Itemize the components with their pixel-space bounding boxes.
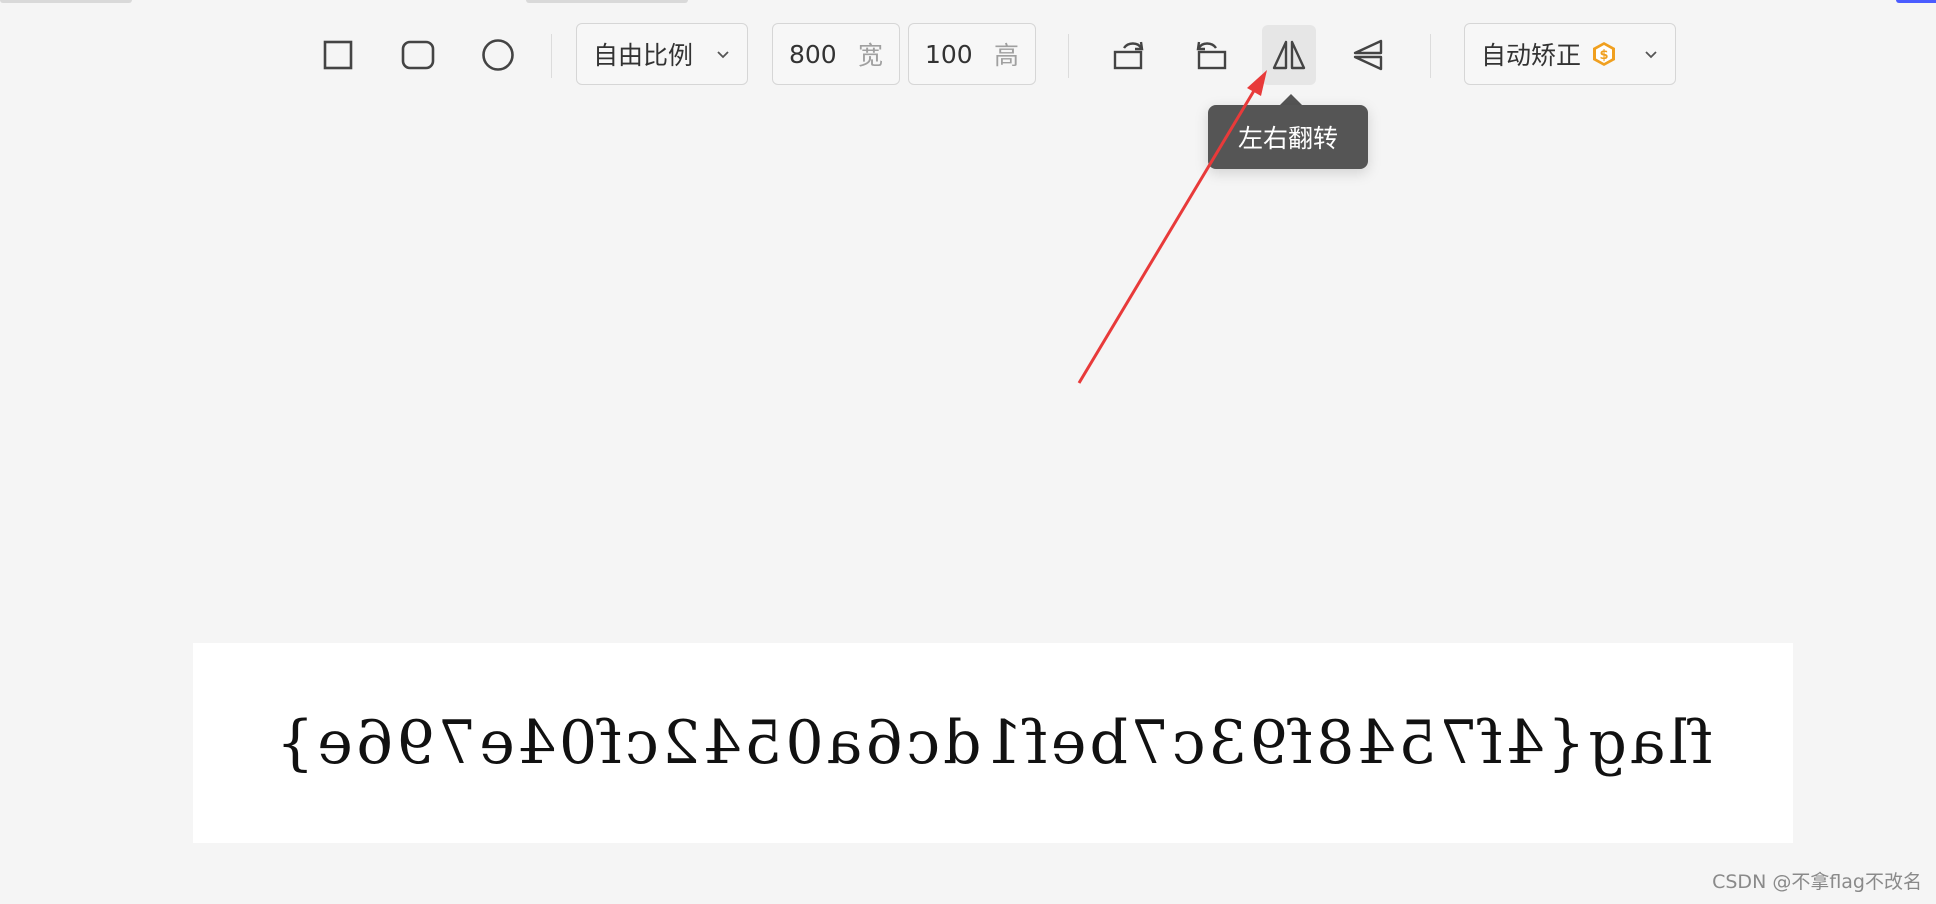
toolbar-divider xyxy=(1430,34,1431,78)
top-accent-bar xyxy=(1896,0,1936,3)
toolbar-divider xyxy=(551,34,552,78)
circle-crop-icon xyxy=(482,39,514,71)
mirrored-flag-text: flag{4f7548f93c7bef1dc6a0542cf04e796e} xyxy=(273,708,1713,778)
flip-vertical-button[interactable] xyxy=(1342,25,1396,85)
height-value: 100 xyxy=(925,39,973,69)
circle-crop-button[interactable] xyxy=(471,25,525,85)
width-value: 800 xyxy=(789,39,837,69)
ratio-select-value: 自由比例 xyxy=(593,41,694,70)
flip-horizontal-tooltip: 左右翻转 xyxy=(1208,105,1368,169)
rotate-right-button[interactable] xyxy=(1183,25,1237,85)
svg-text:$: $ xyxy=(1599,48,1608,63)
image-preview: flag{4f7548f93c7bef1dc6a0542cf04e796e} xyxy=(193,643,1793,843)
height-input[interactable]: 100 高 xyxy=(908,23,1036,85)
watermark: CSDN @不拿flag不改名 xyxy=(1712,871,1922,893)
auto-correct-label: 自动矫正 xyxy=(1481,41,1582,70)
width-unit-label: 宽 xyxy=(857,41,883,70)
rotate-left-icon xyxy=(1113,41,1144,70)
ratio-select[interactable]: 自由比例 xyxy=(576,23,748,85)
premium-coin-icon: $ xyxy=(1591,40,1617,68)
flip-vertical-icon xyxy=(1353,39,1383,71)
tooltip-text: 左右翻转 xyxy=(1237,124,1338,153)
flip-horizontal-button[interactable] xyxy=(1262,25,1316,85)
auto-correct-select[interactable]: 自动矫正 $ xyxy=(1464,23,1676,85)
rounded-square-crop-button[interactable] xyxy=(391,25,445,85)
top-tab-stub-left xyxy=(0,0,132,3)
tooltip-pointer xyxy=(1280,94,1302,105)
rotate-left-button[interactable] xyxy=(1103,25,1157,85)
rotate-right-icon xyxy=(1196,41,1227,70)
height-unit-label: 高 xyxy=(993,41,1019,70)
chevron-down-icon xyxy=(715,46,731,62)
toolbar-divider xyxy=(1068,34,1069,78)
width-input[interactable]: 800 宽 xyxy=(772,23,900,85)
square-crop-button[interactable] xyxy=(311,25,365,85)
top-tab-stub-middle xyxy=(526,0,688,3)
chevron-down-icon xyxy=(1643,46,1659,62)
square-crop-icon xyxy=(323,40,353,70)
rounded-square-crop-icon xyxy=(401,40,435,70)
flip-horizontal-icon xyxy=(1272,40,1306,70)
